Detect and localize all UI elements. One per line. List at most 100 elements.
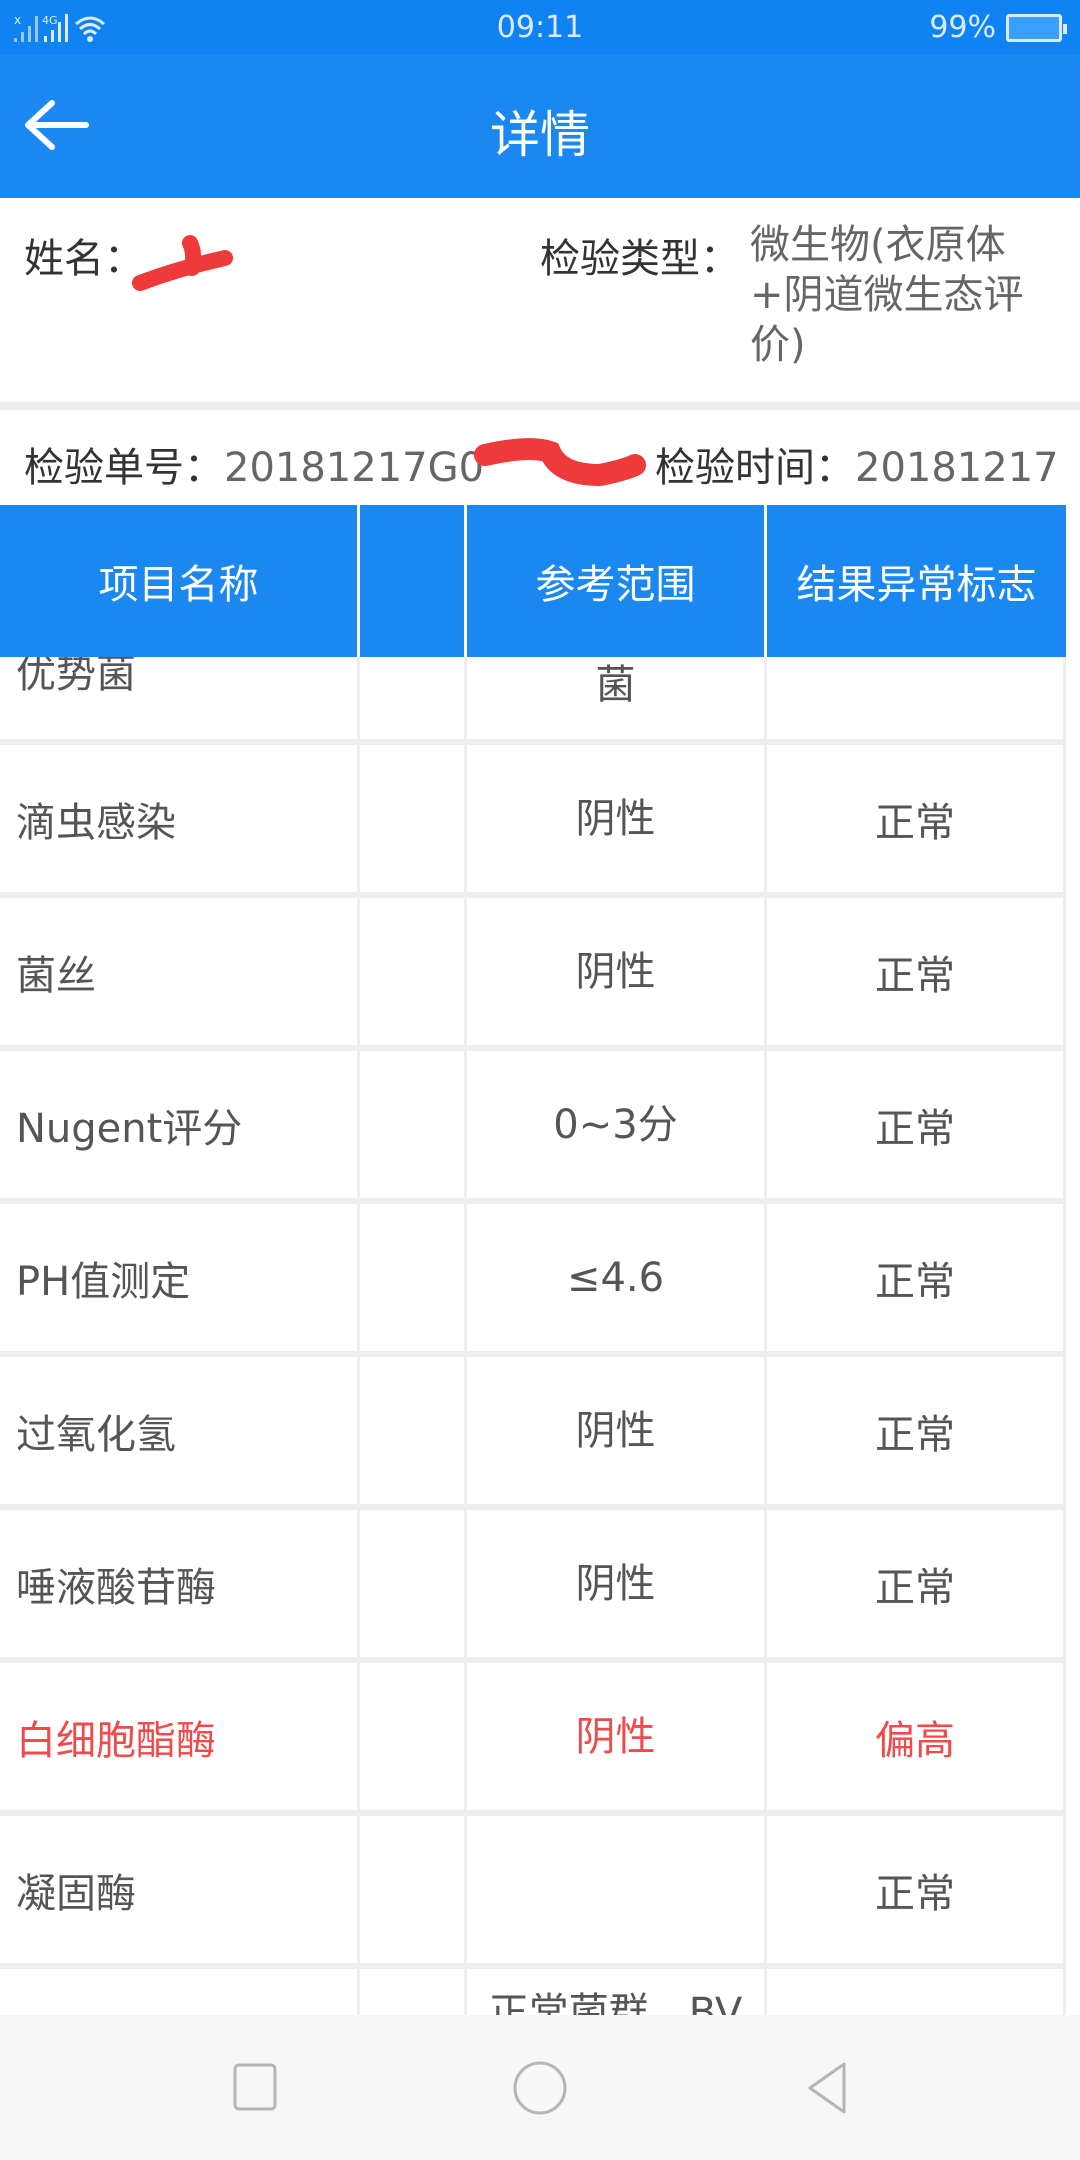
reference-range-cell: 阴性 xyxy=(467,898,767,1045)
abnormal-flag-cell: 偏高 xyxy=(767,1663,1066,1810)
table-row[interactable]: Nugent评分 0~3分 正常 xyxy=(0,1051,1066,1204)
reference-range: 阴性 xyxy=(575,1560,656,1607)
result-cell xyxy=(360,1051,467,1198)
abnormal-flag-cell xyxy=(767,1969,1066,2015)
item-name-cell: 优势菌 xyxy=(0,657,360,739)
abnormal-flag-cell: 正常 xyxy=(767,1357,1066,1504)
result-cell xyxy=(360,1357,467,1504)
abnormal-flag: 正常 xyxy=(875,799,955,846)
item-name: PH值测定 xyxy=(16,1258,191,1305)
redaction-mark xyxy=(132,235,233,291)
item-name: 滴虫感染 xyxy=(16,799,176,846)
redaction-mark xyxy=(474,438,646,487)
abnormal-flag-cell: 正常 xyxy=(767,1816,1066,1963)
header-abnormal-flag: 结果异常标志 xyxy=(796,562,1037,608)
reference-range-cell: ≤4.6 xyxy=(467,1204,767,1351)
result-cell xyxy=(360,1204,467,1351)
header-result xyxy=(360,505,467,657)
item-name-cell: PH值测定 xyxy=(0,1204,360,1351)
recents-button[interactable] xyxy=(232,2060,280,2116)
order-number-label: 检验单号： xyxy=(24,445,224,491)
divider xyxy=(0,402,1080,410)
abnormal-flag: 偏高 xyxy=(875,1717,955,1764)
result-cell xyxy=(360,898,467,1045)
abnormal-flag: 正常 xyxy=(875,1258,955,1305)
item-name-cell xyxy=(0,1969,360,2015)
results-table[interactable]: 优势菌菌滴虫感染 阴性 正常 菌丝 阴性 正常 Nugent评分 0~3分 正常 PH值测定 ≤4.… xyxy=(0,657,1066,2015)
item-name-cell: Nugent评分 xyxy=(0,1051,360,1198)
table-row[interactable]: 白细胞酯酶 阴性 偏高 xyxy=(0,1663,1066,1816)
item-name: Nugent评分 xyxy=(16,1105,243,1152)
item-name-cell: 滴虫感染 xyxy=(0,745,360,892)
table-row[interactable]: 唾液酸苷酶 阴性 正常 xyxy=(0,1510,1066,1663)
header-item-name: 项目名称 xyxy=(0,505,360,657)
table-row[interactable]: PH值测定 ≤4.6 正常 xyxy=(0,1204,1066,1357)
home-button[interactable] xyxy=(512,2060,568,2116)
item-name-cell: 过氧化氢 xyxy=(0,1357,360,1504)
item-name-cell: 白细胞酯酶 xyxy=(0,1663,360,1810)
patient-info: 姓名： 检验类型： 微生物(衣原体+阴道微生态评价) xyxy=(0,198,1080,402)
reference-range-cell: 阴性 xyxy=(467,745,767,892)
item-name: 优势菌 xyxy=(16,657,136,697)
reference-range: 阴性 xyxy=(575,1407,656,1454)
reference-range-cell: 菌 xyxy=(467,657,767,739)
table-row[interactable]: 菌丝 阴性 正常 xyxy=(0,898,1066,1051)
abnormal-flag-cell: 正常 xyxy=(767,1051,1066,1198)
reference-range-cell: 0~3分 xyxy=(467,1051,767,1198)
table-row[interactable]: 过氧化氢 阴性 正常 xyxy=(0,1357,1066,1510)
reference-range: 正常菌群，BV xyxy=(488,1990,743,2015)
status-bar: x 4G 09:11 99% xyxy=(0,0,1080,55)
battery-percent: 99% xyxy=(929,10,996,45)
item-name-cell: 菌丝 xyxy=(0,898,360,1045)
navigation-bar xyxy=(0,2015,1080,2160)
reference-range: 0~3分 xyxy=(553,1101,678,1148)
item-name: 菌丝 xyxy=(16,952,96,999)
reference-range: ≤4.6 xyxy=(566,1254,665,1301)
reference-range-cell: 阴性 xyxy=(467,1663,767,1810)
table-header: 项目名称 参考范围 结果异常标志 xyxy=(0,505,1066,657)
item-name: 唾液酸苷酶 xyxy=(16,1564,216,1611)
abnormal-flag: 正常 xyxy=(875,952,955,999)
abnormal-flag: 正常 xyxy=(875,1870,955,1917)
reference-range-cell: 阴性 xyxy=(467,1510,767,1657)
abnormal-flag-cell: 正常 xyxy=(767,1510,1066,1657)
test-type-value: 微生物(衣原体+阴道微生态评价) xyxy=(750,222,1024,368)
reference-range: 阴性 xyxy=(575,1713,656,1760)
abnormal-flag-cell: 正常 xyxy=(767,1204,1066,1351)
item-name: 白细胞酯酶 xyxy=(16,1717,216,1764)
abnormal-flag-cell: 正常 xyxy=(767,745,1066,892)
table-row[interactable]: 正常菌群，BV xyxy=(0,1969,1066,2015)
reference-range-cell: 正常菌群，BV xyxy=(467,1969,767,2015)
page-title: 详情 xyxy=(490,106,590,164)
test-time-label: 检验时间： xyxy=(655,445,855,491)
reference-range: 阴性 xyxy=(575,948,656,995)
result-cell xyxy=(360,1816,467,1963)
clock: 09:11 xyxy=(496,10,584,45)
battery-icon xyxy=(1006,13,1067,42)
back-button[interactable] xyxy=(804,2060,854,2116)
table-row[interactable]: 凝固酶 正常 xyxy=(0,1816,1066,1969)
result-cell xyxy=(360,657,467,739)
table-row[interactable]: 优势菌 菌 xyxy=(0,657,1066,745)
abnormal-flag: 正常 xyxy=(875,1411,955,1458)
abnormal-flag-cell xyxy=(767,657,1066,739)
reference-range-cell: 阴性 xyxy=(467,1357,767,1504)
app-bar: 详情 xyxy=(0,55,1080,198)
abnormal-flag: 正常 xyxy=(875,1105,955,1152)
abnormal-flag: 正常 xyxy=(875,1564,955,1611)
result-cell xyxy=(360,1510,467,1657)
reference-range: 菌 xyxy=(595,662,636,708)
item-name: 凝固酶 xyxy=(16,1870,136,1917)
test-type-label: 检验类型： xyxy=(540,236,740,282)
header-reference-range: 参考范围 xyxy=(467,505,767,657)
order-number-value: 20181217G0 xyxy=(224,445,485,491)
item-name-cell: 凝固酶 xyxy=(0,1816,360,1963)
table-row[interactable]: 滴虫感染 阴性 正常 xyxy=(0,745,1066,898)
battery-indicator: 99% xyxy=(929,10,1067,45)
result-cell xyxy=(360,1663,467,1810)
item-name-cell: 唾液酸苷酶 xyxy=(0,1510,360,1657)
test-time-value: 20181217 xyxy=(855,445,1059,491)
reference-range: 阴性 xyxy=(575,795,656,842)
result-cell xyxy=(360,1969,467,2015)
order-info: 检验单号：20181217G0 检验时间：20181217 xyxy=(0,410,1080,505)
